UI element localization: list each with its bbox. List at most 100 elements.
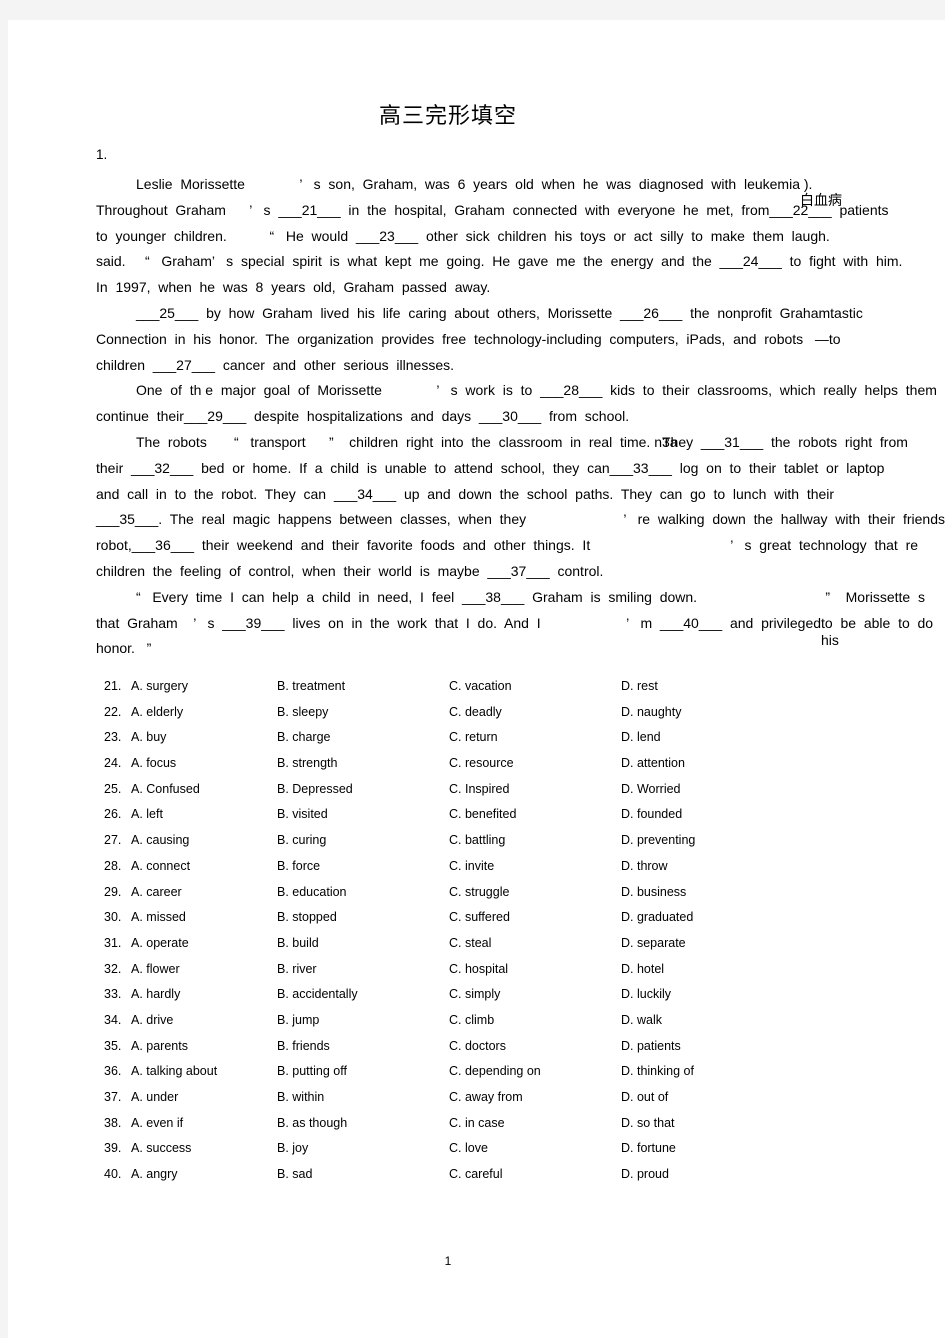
- option-choice-b[interactable]: B. visited: [277, 802, 328, 828]
- option-choice-c[interactable]: C. hospital: [449, 957, 508, 983]
- option-row-number: 35.: [104, 1038, 122, 1053]
- option-choice-d[interactable]: D. throw: [621, 854, 668, 880]
- option-choice-a[interactable]: A. Confused: [131, 777, 200, 803]
- option-row: 38. A. even if B. as though C. in case D. so…: [104, 1111, 804, 1137]
- option-choice-d[interactable]: D. luckily: [621, 982, 671, 1008]
- option-choice-a[interactable]: A. success: [131, 1136, 191, 1162]
- option-choice-b[interactable]: B. joy: [277, 1136, 308, 1162]
- option-choice-b[interactable]: B. force: [277, 854, 320, 880]
- option-choice-d[interactable]: D. hotel: [621, 957, 664, 983]
- option-choice-b[interactable]: B. sad: [277, 1162, 312, 1188]
- option-choice-d[interactable]: D. rest: [621, 674, 658, 700]
- option-choice-a[interactable]: A. surgery: [131, 674, 188, 700]
- option-choice-d[interactable]: D. fortune: [621, 1136, 676, 1162]
- option-choice-b[interactable]: B. jump: [277, 1008, 319, 1034]
- option-choice-b[interactable]: B. within: [277, 1085, 324, 1111]
- option-choice-b[interactable]: B. sleepy: [277, 700, 328, 726]
- option-choice-c[interactable]: C. vacation: [449, 674, 512, 700]
- option-choice-d[interactable]: D. preventing: [621, 828, 695, 854]
- option-choice-c[interactable]: C. love: [449, 1136, 488, 1162]
- option-choice-d[interactable]: D. walk: [621, 1008, 662, 1034]
- option-choice-a[interactable]: A. parents: [131, 1034, 188, 1060]
- option-choice-a[interactable]: A. operate: [131, 931, 189, 957]
- option-row-number: 34.: [104, 1012, 122, 1027]
- option-choice-b[interactable]: B. putting off: [277, 1059, 347, 1085]
- option-choice-b[interactable]: B. curing: [277, 828, 326, 854]
- overlap-overlay-text: 白血病: [800, 193, 842, 209]
- option-choice-c[interactable]: C. battling: [449, 828, 505, 854]
- option-choice-a[interactable]: A. missed: [131, 905, 186, 931]
- passage-line: said. “ Graham’ s special spirit is what…: [96, 249, 945, 275]
- option-choice-c[interactable]: C. struggle: [449, 880, 509, 906]
- option-row-number: 39.: [104, 1141, 122, 1156]
- option-choice-c[interactable]: C. away from: [449, 1085, 523, 1111]
- page-title: 高三完形填空: [378, 103, 517, 128]
- option-choice-c[interactable]: C. in case: [449, 1111, 505, 1137]
- option-choice-b[interactable]: B. accidentally: [277, 982, 358, 1008]
- option-choice-d[interactable]: D. naughty: [621, 700, 681, 726]
- option-choice-a[interactable]: A. career: [131, 880, 182, 906]
- option-choice-c[interactable]: C. resource: [449, 751, 514, 777]
- option-row-number: 30.: [104, 910, 122, 925]
- option-choice-a[interactable]: A. under: [131, 1085, 178, 1111]
- option-choice-b[interactable]: B. friends: [277, 1034, 330, 1060]
- option-choice-c[interactable]: C. invite: [449, 854, 494, 880]
- option-choice-d[interactable]: D. proud: [621, 1162, 669, 1188]
- option-choice-d[interactable]: D. so that: [621, 1111, 675, 1137]
- option-choice-a[interactable]: A. connect: [131, 854, 190, 880]
- option-choice-a[interactable]: A. buy: [131, 725, 166, 751]
- option-choice-d[interactable]: D. lend: [621, 725, 661, 751]
- option-choice-a[interactable]: A. talking about: [131, 1059, 217, 1085]
- option-choice-d[interactable]: D. patients: [621, 1034, 681, 1060]
- option-choice-d[interactable]: D. separate: [621, 931, 686, 957]
- passage-line: robot,___36___ their weekend and their f…: [96, 533, 945, 559]
- option-choice-c[interactable]: C. return: [449, 725, 498, 751]
- option-choice-d[interactable]: D. out of: [621, 1085, 668, 1111]
- option-choice-d[interactable]: D. attention: [621, 751, 685, 777]
- passage-paragraph: “ Every time I can help a child in need,…: [96, 585, 945, 662]
- option-choice-b[interactable]: B. charge: [277, 725, 331, 751]
- option-choice-d[interactable]: D. business: [621, 880, 686, 906]
- option-choice-c[interactable]: C. Inspired: [449, 777, 509, 803]
- answer-options-grid: 21. A. surgery B. treatment C. vacation D. r…: [104, 674, 804, 1188]
- option-choice-a[interactable]: A. flower: [131, 957, 180, 983]
- option-choice-a[interactable]: A. drive: [131, 1008, 173, 1034]
- option-choice-a[interactable]: A. even if: [131, 1111, 183, 1137]
- option-choice-b[interactable]: B. strength: [277, 751, 337, 777]
- option-row-number: 27.: [104, 833, 122, 848]
- option-choice-c[interactable]: C. suffered: [449, 905, 510, 931]
- option-choice-b[interactable]: B. Depressed: [277, 777, 353, 803]
- option-choice-b[interactable]: B. treatment: [277, 674, 345, 700]
- passage-line: “ Every time I can help a child in need,…: [96, 585, 945, 611]
- line-text: children ___27___ cancer and other serio…: [96, 356, 454, 373]
- option-choice-d[interactable]: D. Worried: [621, 777, 681, 803]
- option-choice-a[interactable]: A. hardly: [131, 982, 180, 1008]
- option-choice-c[interactable]: C. steal: [449, 931, 491, 957]
- option-choice-d[interactable]: D. founded: [621, 802, 682, 828]
- option-row-number: 23.: [104, 730, 122, 745]
- option-choice-a[interactable]: A. causing: [131, 828, 189, 854]
- option-row: 35. A. parents B. friends C. doctors D. pati…: [104, 1034, 804, 1060]
- option-choice-a[interactable]: A. angry: [131, 1162, 178, 1188]
- option-choice-c[interactable]: C. deadly: [449, 700, 502, 726]
- line-text: continue their___29___ despite hospitali…: [96, 408, 630, 425]
- option-choice-c[interactable]: C. careful: [449, 1162, 503, 1188]
- option-row-number: 21.: [104, 679, 122, 693]
- option-choice-b[interactable]: B. river: [277, 957, 317, 983]
- option-choice-a[interactable]: A. focus: [131, 751, 176, 777]
- option-choice-c[interactable]: C. depending on: [449, 1059, 541, 1085]
- option-choice-d[interactable]: D. thinking of: [621, 1059, 694, 1085]
- option-choice-a[interactable]: A. left: [131, 802, 163, 828]
- option-choice-b[interactable]: B. as though: [277, 1111, 347, 1137]
- option-choice-b[interactable]: B. education: [277, 880, 347, 906]
- option-choice-c[interactable]: C. climb: [449, 1008, 494, 1034]
- option-choice-d[interactable]: D. graduated: [621, 905, 693, 931]
- line-text: Leslie Morissette ’ s son, Graham, was 6…: [136, 176, 800, 192]
- option-choice-c[interactable]: C. doctors: [449, 1034, 506, 1060]
- option-choice-b[interactable]: B. stopped: [277, 905, 337, 931]
- option-choice-c[interactable]: C. benefited: [449, 802, 516, 828]
- option-choice-b[interactable]: B. build: [277, 931, 319, 957]
- passage-line: The robots “ transport ” children right …: [96, 430, 945, 456]
- option-choice-a[interactable]: A. elderly: [131, 700, 183, 726]
- option-choice-c[interactable]: C. simply: [449, 982, 500, 1008]
